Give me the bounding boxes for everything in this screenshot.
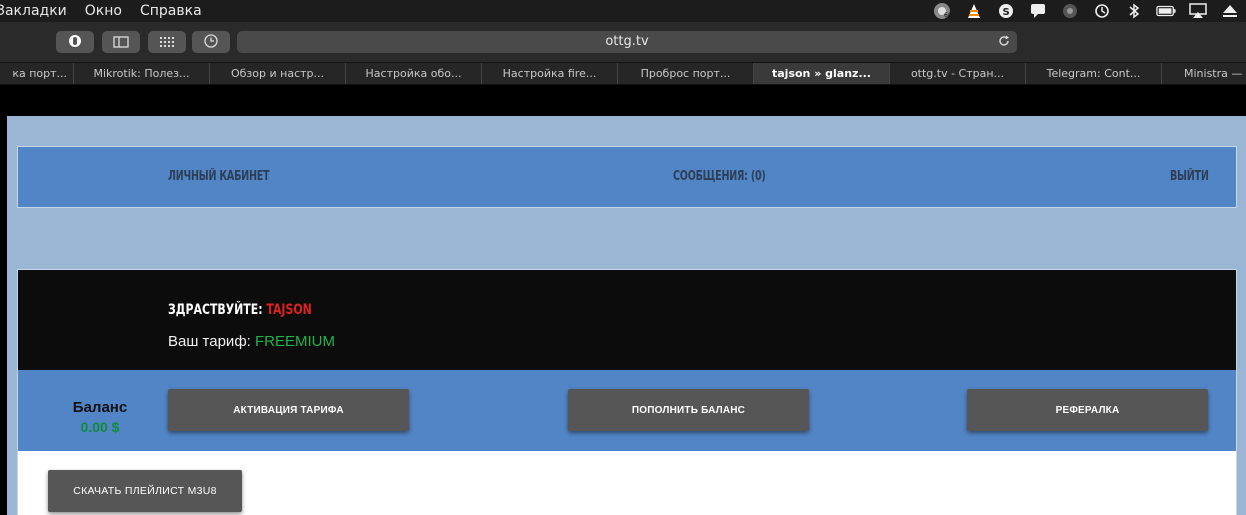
tab-7[interactable]: ottg.tv - Стран... — [890, 63, 1026, 84]
skype-icon[interactable]: S — [996, 3, 1016, 19]
page: ЛИЧНЫЙ КАБИНЕТ СООБЩЕНИЯ: (0) ВЫЙТИ ЗДРА… — [7, 116, 1246, 515]
tab-overview-button[interactable] — [148, 31, 186, 53]
address-bar[interactable]: ottg.tv — [237, 31, 1017, 53]
eject-icon[interactable] — [1220, 3, 1240, 19]
bluetooth-icon[interactable] — [1124, 3, 1144, 19]
status-icons: 60 S — [932, 0, 1240, 22]
time-machine-icon[interactable] — [1092, 3, 1112, 19]
tab-bar: ка порт... Mikrotik: Полез... Обзор и на… — [0, 62, 1246, 85]
nav-logout-link[interactable]: ВЫЙТИ — [1170, 169, 1209, 184]
reader-icon — [68, 33, 82, 52]
tariff-label: Ваш тариф: — [168, 333, 255, 350]
tariff-line: Ваш тариф: FREEMIUM — [168, 333, 335, 350]
welcome-panel: ЗДРАСТВУЙТЕ: TAJSON Ваш тариф: FREEMIUM — [17, 269, 1237, 370]
tab-5[interactable]: Проброс порт... — [618, 63, 754, 84]
menu-help[interactable]: Справка — [131, 0, 211, 22]
greeting: ЗДРАСТВУЙТЕ: TAJSON — [168, 302, 312, 318]
svg-text:60: 60 — [944, 12, 951, 19]
referral-button[interactable]: РЕФЕРАЛКА — [967, 389, 1208, 431]
airplay-icon[interactable] — [1188, 3, 1208, 19]
tariff-value: FREEMIUM — [255, 333, 335, 350]
history-button[interactable] — [192, 31, 230, 53]
sidebar-button[interactable] — [102, 31, 140, 53]
menu-bookmarks[interactable]: Закладки — [0, 0, 76, 22]
history-icon — [204, 33, 218, 52]
cpu-monitor-icon[interactable]: 60 — [932, 3, 952, 19]
svg-text:S: S — [1003, 7, 1010, 18]
reader-button[interactable] — [56, 31, 94, 53]
menu-window[interactable]: Окно — [76, 0, 131, 22]
nav-account-link[interactable]: ЛИЧНЫЙ КАБИНЕТ — [168, 169, 270, 184]
greeting-text: ЗДРАСТВУЙТЕ: — [168, 302, 267, 318]
balance-bar: Баланс 0.00 $ АКТИВАЦИЯ ТАРИФА ПОПОЛНИТЬ… — [17, 370, 1237, 451]
tab-4[interactable]: Настройка fire... — [482, 63, 618, 84]
vpn-icon[interactable] — [1060, 3, 1080, 19]
tab-8[interactable]: Telegram: Cont... — [1026, 63, 1162, 84]
tab-1[interactable]: Mikrotik: Полез... — [74, 63, 210, 84]
nav-bar: ЛИЧНЫЙ КАБИНЕТ СООБЩЕНИЯ: (0) ВЫЙТИ — [17, 146, 1237, 208]
sidebar-icon — [113, 33, 129, 52]
tab-0[interactable]: ка порт... — [0, 63, 74, 84]
browser-toolbar: ottg.tv — [0, 22, 1246, 62]
nav-messages-link[interactable]: СООБЩЕНИЯ: (0) — [673, 169, 766, 184]
tab-6-active[interactable]: tajson » glanz... — [754, 63, 890, 84]
grid-icon — [159, 33, 175, 52]
menubar: Закладки Окно Справка 60 S — [0, 0, 1246, 22]
notification-icon[interactable] — [1028, 3, 1048, 19]
address-text: ottg.tv — [605, 34, 649, 49]
username: TAJSON — [266, 302, 312, 318]
reload-icon[interactable] — [997, 34, 1011, 56]
balance-amount: 0.00 $ — [80, 419, 120, 435]
tab-3[interactable]: Настройка обо... — [346, 63, 482, 84]
top-up-balance-button[interactable]: ПОПОЛНИТЬ БАЛАНС — [568, 389, 809, 431]
tab-9[interactable]: Ministra — м — [1162, 63, 1246, 84]
battery-icon[interactable] — [1156, 3, 1176, 19]
balance-label: Баланс — [72, 399, 128, 416]
tab-2[interactable]: Обзор и настр... — [210, 63, 346, 84]
content-area: СКАЧАТЬ ПЛЕЙЛИСТ M3U8 — [17, 451, 1237, 515]
download-playlist-button[interactable]: СКАЧАТЬ ПЛЕЙЛИСТ M3U8 — [48, 470, 242, 512]
activate-tariff-button[interactable]: АКТИВАЦИЯ ТАРИФА — [168, 389, 409, 431]
vlc-icon[interactable] — [964, 3, 984, 19]
